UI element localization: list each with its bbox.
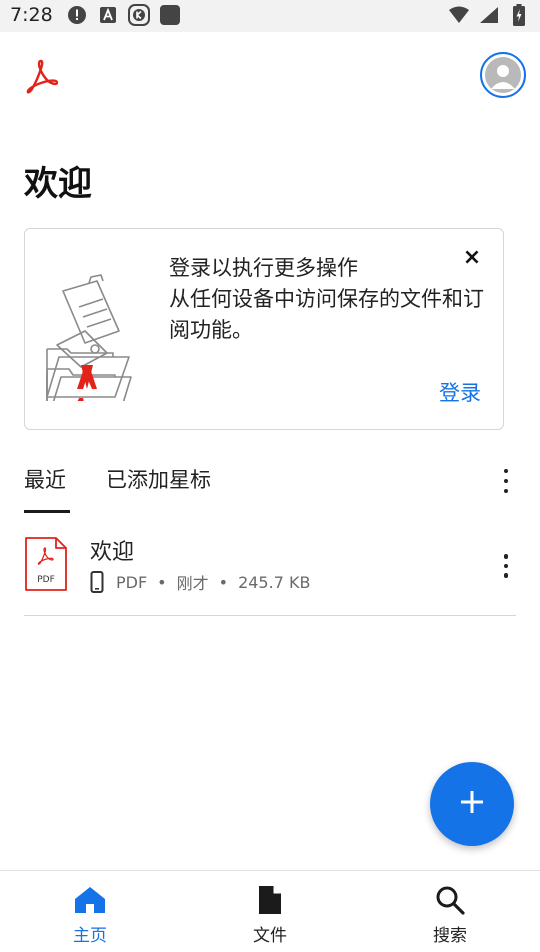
file-meta: PDF • 刚才 • 245.7 KB [90, 570, 310, 594]
tab-recent[interactable]: 最近 [24, 464, 66, 494]
acrobat-logo-icon [24, 58, 60, 94]
nav-files[interactable]: 文件 [225, 885, 315, 946]
nav-search[interactable]: 搜索 [405, 885, 495, 946]
status-bar: 7:28 [0, 0, 540, 32]
add-fab-button[interactable] [430, 762, 514, 846]
signin-promo-card: A 登录以执行更多操作 从任何设备中访问保存的文件和订阅功能。 × 登录 [24, 228, 504, 430]
signin-message: 登录以执行更多操作 从任何设备中访问保存的文件和订阅功能。 [169, 253, 499, 346]
meta-separator: • [157, 572, 167, 592]
search-icon [435, 885, 465, 919]
pdf-file-icon: PDF [24, 536, 68, 592]
system-icons [448, 4, 530, 26]
signin-button[interactable]: 登录 [439, 377, 481, 407]
file-more-options-icon[interactable] [496, 552, 516, 580]
file-icon [257, 885, 283, 919]
signin-message-line1: 登录以执行更多操作 [169, 256, 358, 280]
file-tabs: 最近 已添加星标 [24, 462, 524, 516]
nav-files-label: 文件 [253, 926, 287, 946]
user-avatar-icon [485, 57, 521, 93]
alert-circle-icon [66, 4, 88, 26]
home-icon [73, 885, 107, 919]
file-name: 欢迎 [90, 540, 135, 565]
nav-home-label: 主页 [73, 926, 107, 946]
battery-charging-icon [508, 4, 530, 26]
signal-icon [478, 4, 500, 26]
more-options-icon[interactable] [496, 466, 516, 496]
tab-starred[interactable]: 已添加星标 [106, 464, 211, 494]
pdf-file-icon-label: PDF [37, 575, 55, 585]
active-tab-indicator [24, 510, 70, 513]
list-item[interactable]: PDF 欢迎 PDF • 刚才 • 245.7 KB [24, 530, 516, 616]
folder-documents-illustration-icon: A [45, 253, 135, 424]
square-app-icon [159, 4, 181, 26]
k-app-icon [128, 4, 150, 26]
font-a-icon [97, 4, 119, 26]
signin-message-line2: 从任何设备中访问保存的文件和订阅功能。 [169, 287, 484, 342]
profile-avatar-button[interactable] [480, 52, 526, 98]
app-header [0, 32, 540, 118]
file-size: 245.7 KB [238, 572, 311, 592]
device-phone-icon [90, 571, 104, 593]
nav-search-label: 搜索 [433, 926, 467, 946]
svg-text:A: A [71, 395, 87, 401]
notification-icons [66, 4, 181, 26]
file-modified: 刚才 [176, 574, 209, 593]
meta-separator: • [218, 572, 229, 592]
close-icon[interactable]: × [461, 247, 483, 269]
file-type: PDF [116, 572, 148, 592]
page-title: 欢迎 [24, 164, 92, 204]
status-time: 7:28 [10, 4, 53, 26]
plus-icon [459, 789, 485, 819]
nav-home[interactable]: 主页 [45, 885, 135, 946]
wifi-icon [448, 4, 470, 26]
bottom-navigation: 主页 文件 搜索 [0, 870, 540, 952]
